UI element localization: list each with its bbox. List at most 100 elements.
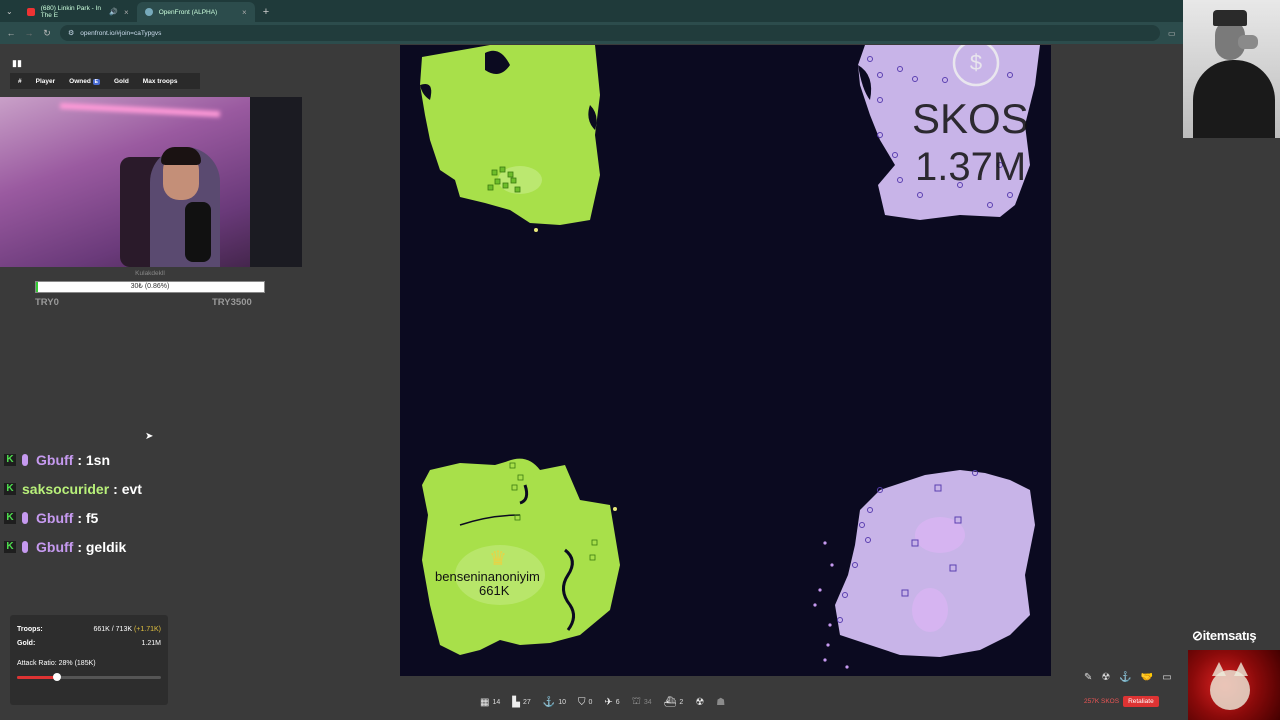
address-bar[interactable]: ⚙ openfront.io/#join=caTypgvs [60, 25, 1160, 41]
boat-icon[interactable]: ⚓ [1119, 672, 1131, 683]
url-text: openfront.io/#join=caTypgvs [80, 29, 162, 37]
tab-title: OpenFront (ALPHA) [158, 8, 218, 16]
gold-value: 1.21M [141, 639, 161, 647]
target-icon[interactable]: ✎ [1084, 672, 1092, 683]
build-nuke-button[interactable]: ☢ [695, 697, 704, 708]
leaderboard-header: # Player Owned E Gold Max troops [10, 73, 200, 89]
build-missile-silo-button[interactable]: ✈ 6 [604, 697, 619, 708]
stream-chat: K Gbuff : 1sn K saksocurider : evt K Gbu… [4, 445, 304, 561]
player-troops-label: 661K [479, 583, 510, 598]
youtube-icon [26, 8, 35, 16]
chat-username: Gbuff [36, 509, 74, 526]
incoming-attack: 257K SKOS Retaliate [1084, 696, 1159, 707]
tab-list-chevron-icon[interactable]: ⌄ [0, 7, 19, 22]
attack-ratio-fill [17, 676, 58, 679]
close-tab-icon[interactable]: × [124, 8, 129, 17]
player-stats-panel: Troops: 661K / 713K (+1.71K) Gold: 1.21M… [10, 615, 168, 705]
emoji-icon[interactable]: ▭ [1162, 672, 1171, 683]
chat-text: : geldik [77, 538, 127, 555]
build-city-button[interactable]: ▦ 14 [480, 697, 500, 708]
attack-ratio-slider[interactable] [17, 673, 161, 681]
attack-ratio-handle[interactable] [53, 673, 62, 681]
alliance-icon[interactable]: 🤝 [1141, 672, 1153, 683]
browser-tab-bar: ⌄ (680) Linkin Park - In The E 🔊 × OpenF… [0, 0, 1280, 22]
forward-icon[interactable]: → [24, 28, 34, 38]
col-owned-label: Owned [69, 77, 91, 85]
chat-message: K saksocurider : evt [4, 474, 304, 503]
sponsor-name: itemsatış [1202, 628, 1257, 643]
enemy-name-label: SKOS [912, 95, 1029, 142]
portrait-overlay [1183, 0, 1280, 138]
troops-label: Troops: [17, 625, 43, 633]
chat-text: : f5 [77, 509, 99, 526]
cat-face [1210, 670, 1250, 710]
chat-username: Gbuff [36, 538, 74, 555]
player-name-label: benseninanoniyim [435, 569, 540, 584]
build-hydrogen-bomb-button[interactable]: ☗ [716, 697, 725, 708]
kick-badge-icon: K [4, 482, 16, 495]
nuke-action-icon[interactable]: ☢ [1101, 672, 1110, 683]
chat-message: K Gbuff : 1sn [4, 445, 304, 474]
close-tab-icon[interactable]: × [242, 8, 247, 17]
back-icon[interactable]: ← [6, 28, 16, 38]
browser-tab-openfront[interactable]: OpenFront (ALPHA) × [136, 2, 255, 22]
sam-launcher-icon: ⛫ [631, 695, 641, 707]
microphone [185, 202, 211, 262]
col-gold[interactable]: Gold [114, 78, 129, 85]
build-defense-button[interactable]: ⛉ 0 [578, 697, 592, 708]
kick-badge-icon: K [4, 511, 16, 524]
build-count: 6 [615, 698, 620, 706]
missile-silo-icon: ✈ [604, 696, 613, 708]
incoming-attack-text: 257K SKOS [1084, 698, 1120, 705]
player-actions: ✎ ☢ ⚓ 🤝 ▭ [1084, 672, 1172, 683]
col-owned[interactable]: Owned E [69, 78, 100, 85]
donation-max-label: TRY3500 [212, 297, 252, 308]
install-app-icon[interactable]: ▭ [1168, 29, 1176, 38]
donation-min-label: TRY0 [35, 297, 59, 308]
speaker-icon[interactable]: 🔊 [109, 8, 118, 16]
reload-icon[interactable]: ↻ [42, 28, 52, 39]
owned-toggle[interactable]: E [92, 78, 100, 85]
sponsor-logo: ⊘itemsatış [1192, 628, 1257, 643]
hydrogen-bomb-icon: ☗ [716, 696, 726, 708]
build-warship-button[interactable]: ⛴ 2 [664, 697, 684, 708]
mic-badge-icon [22, 453, 28, 466]
city-icon: ▦ [480, 696, 490, 708]
col-max-troops[interactable]: Max troops [143, 78, 178, 85]
port-icon: ⚓ [542, 696, 556, 708]
mouse-cursor-icon: ➤ [145, 431, 154, 442]
gold-label: Gold: [17, 639, 36, 647]
build-count: 34 [643, 698, 652, 706]
warship-icon: ⛴ [663, 696, 677, 708]
portrait-hat [1213, 10, 1247, 26]
build-count: 27 [522, 698, 531, 706]
attack-ratio-label: Attack Ratio: 28% (185K) [17, 660, 96, 667]
leaderboard-icon[interactable]: ▮▮ [12, 58, 22, 69]
globe-icon [144, 8, 153, 16]
donation-progress-bar: 30₺ (0.86%) [35, 281, 265, 293]
chat-username: saksocurider [22, 480, 110, 497]
nuke-icon: ☢ [695, 696, 705, 708]
build-count: 2 [679, 698, 684, 706]
browser-tab-youtube[interactable]: (680) Linkin Park - In The E 🔊 × [19, 2, 137, 22]
world-map[interactable]: $ ♛ SKOS 1.37M benseninanoniyim 661K [400, 45, 1051, 676]
chat-message: K Gbuff : geldik [4, 532, 304, 561]
cat-cam-overlay [1188, 650, 1280, 720]
col-rank[interactable]: # [18, 78, 22, 85]
chat-username: Gbuff [36, 451, 74, 468]
troops-row: Troops: 661K / 713K (+1.71K) [17, 622, 161, 636]
build-sam-launcher-button[interactable]: ⛫ 34 [632, 696, 652, 709]
build-factory-button[interactable]: ▙ 27 [512, 697, 531, 708]
build-port-button[interactable]: ⚓ 10 [543, 697, 566, 708]
mic-badge-icon [22, 540, 28, 553]
new-tab-button[interactable]: + [255, 6, 277, 22]
factory-icon: ▙ [512, 696, 520, 708]
build-count: 0 [588, 698, 593, 706]
led-strip [59, 102, 221, 118]
retaliate-button[interactable]: Retaliate [1123, 696, 1159, 707]
portrait-body [1193, 60, 1275, 138]
chat-text: : evt [113, 480, 142, 497]
col-player[interactable]: Player [36, 78, 56, 85]
player-territory-north [420, 45, 600, 225]
site-info-icon[interactable]: ⚙ [68, 29, 74, 37]
